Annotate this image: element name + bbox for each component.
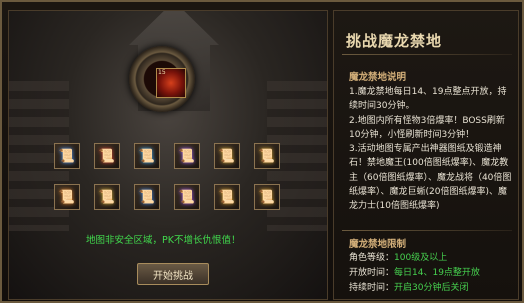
start-challenge-button[interactable]: 开始挑战 [137,263,209,285]
orange-scroll-icon: 📜 [58,189,76,205]
gold-scroll-icon: 📜 [218,189,236,205]
reward-slot[interactable]: 📜 [134,184,160,210]
reward-slot[interactable]: 📜 [94,184,120,210]
gold-scroll-icon: 📜 [258,189,276,205]
reward-slot[interactable]: 📜 [134,143,160,169]
panel-title: 挑战魔龙禁地 [346,32,443,50]
red-scroll-icon: 📜 [98,148,116,164]
description-line-3: 3.活动地图专属产出神器图纸及锻造神石！禁地魔王(100倍图纸爆率)、魔龙教主（… [349,144,512,212]
blue-staff-scroll-icon: 📜 [138,148,156,164]
limit-divider [342,230,512,231]
description-text: 1.魔龙禁地每日14、19点整点开放，持续时间30分钟。 2.地图内所有怪物3倍… [349,85,515,214]
purple-scroll-icon: 📜 [178,148,196,164]
boss-level: 15 [158,69,166,76]
limit-open-value: 每日14、19点整开放 [394,268,480,278]
gold-blade-scroll-icon: 📜 [98,189,116,205]
title-divider [342,54,512,55]
limit-level-value: 100级及以上 [394,253,448,263]
description-line-1: 1.魔龙禁地每日14、19点整点开放，持续时间30分钟。 [349,87,507,112]
description-line-2: 2.地图内所有怪物3倍爆率！BOSS刷新10分钟，小怪刷新时间3分钟！ [349,115,505,140]
reward-slot[interactable]: 📜 [214,184,240,210]
reward-slot[interactable]: 📜 [174,143,200,169]
limit-duration-value: 开启30分钟后关闭 [394,283,469,293]
purple-scroll-icon: 📜 [178,189,196,205]
reward-slot[interactable]: 📜 [254,143,280,169]
reward-slot[interactable]: 📜 [94,143,120,169]
reward-grid: 📜 📜 📜 📜 📜 📜 📜 📜 📜 📜 📜 📜 [54,143,294,223]
limit-level-label: 角色等级： [349,253,395,263]
limit-open-label: 开放时间： [349,268,395,278]
reward-slot[interactable]: 📜 [254,184,280,210]
reward-slot[interactable]: 📜 [54,184,80,210]
dialog-frame: 15 📜 📜 📜 📜 📜 📜 📜 📜 📜 📜 📜 📜 地图非安全区域，PK不增长仇恨值！ 开始挑战 挑… [0,0,524,303]
limit-duration-row: 持续时间：开启30分钟后关闭 [349,280,468,293]
reward-slot[interactable]: 📜 [54,143,80,169]
gold-scroll-icon: 📜 [218,148,236,164]
limit-title: 魔龙禁地限制 [349,239,407,250]
pk-warning-text: 地图非安全区域，PK不增长仇恨值！ [86,235,241,246]
blue-scroll-icon: 📜 [138,189,156,205]
blue-gem-scroll-icon: 📜 [58,148,76,164]
limit-open-row: 开放时间：每日14、19点整开放 [349,265,480,278]
reward-slot[interactable]: 📜 [214,143,240,169]
gold-scroll-icon: 📜 [258,148,276,164]
limit-duration-label: 持续时间： [349,283,395,293]
limit-level-row: 角色等级：100级及以上 [349,250,447,263]
description-title: 魔龙禁地说明 [349,72,407,83]
reward-slot[interactable]: 📜 [174,184,200,210]
